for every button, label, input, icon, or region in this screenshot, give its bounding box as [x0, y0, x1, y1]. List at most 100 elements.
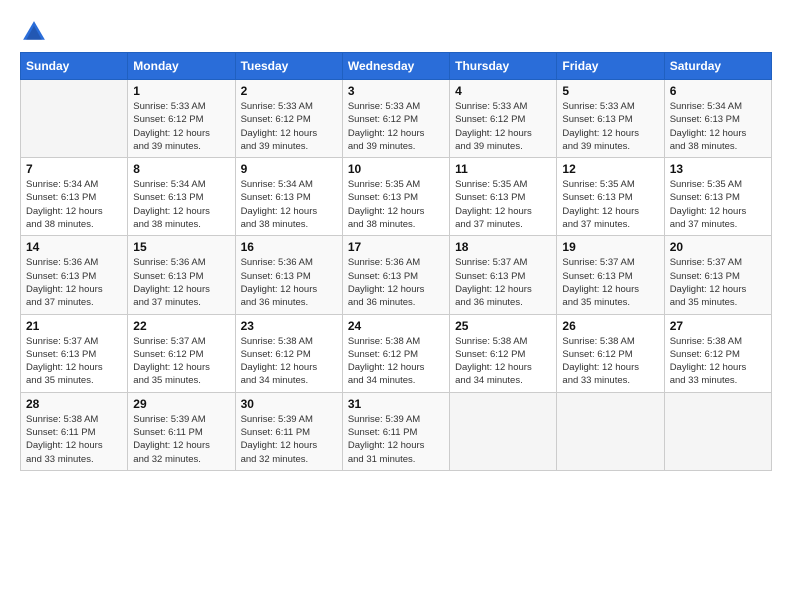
day-info: Sunrise: 5:35 AMSunset: 6:13 PMDaylight:…	[670, 178, 766, 231]
day-number: 17	[348, 240, 444, 254]
calendar-week-2: 7 Sunrise: 5:34 AMSunset: 6:13 PMDaylight…	[21, 158, 772, 236]
day-info: Sunrise: 5:33 AMSunset: 6:12 PMDaylight:…	[133, 100, 229, 153]
calendar-body: 1 Sunrise: 5:33 AMSunset: 6:12 PMDaylight…	[21, 80, 772, 471]
calendar-cell: 1 Sunrise: 5:33 AMSunset: 6:12 PMDaylight…	[128, 80, 235, 158]
page-header	[20, 18, 772, 46]
calendar-header-friday: Friday	[557, 53, 664, 80]
day-number: 30	[241, 397, 337, 411]
logo-icon	[20, 18, 48, 46]
calendar-header-tuesday: Tuesday	[235, 53, 342, 80]
calendar-table: SundayMondayTuesdayWednesdayThursdayFrid…	[20, 52, 772, 471]
day-number: 25	[455, 319, 551, 333]
day-number: 21	[26, 319, 122, 333]
day-info: Sunrise: 5:37 AMSunset: 6:12 PMDaylight:…	[133, 335, 229, 388]
calendar-cell: 9Sunrise: 5:34 AMSunset: 6:13 PMDaylight…	[235, 158, 342, 236]
day-info: Sunrise: 5:35 AMSunset: 6:13 PMDaylight:…	[455, 178, 551, 231]
day-info: Sunrise: 5:36 AMSunset: 6:13 PMDaylight:…	[241, 256, 337, 309]
day-info: Sunrise: 5:36 AMSunset: 6:13 PMDaylight:…	[26, 256, 122, 309]
day-info: Sunrise: 5:35 AMSunset: 6:13 PMDaylight:…	[348, 178, 444, 231]
day-number: 12	[562, 162, 658, 176]
calendar-cell: 26Sunrise: 5:38 AMSunset: 6:12 PMDayligh…	[557, 314, 664, 392]
calendar-header-thursday: Thursday	[450, 53, 557, 80]
day-number: 28	[26, 397, 122, 411]
day-info: Sunrise: 5:37 AMSunset: 6:13 PMDaylight:…	[562, 256, 658, 309]
calendar-cell	[557, 392, 664, 470]
calendar-cell: 13 Sunrise: 5:35 AMSunset: 6:13 PMDayligh…	[664, 158, 771, 236]
day-number: 29	[133, 397, 229, 411]
day-info: Sunrise: 5:36 AMSunset: 6:13 PMDaylight:…	[133, 256, 229, 309]
calendar-week-5: 28 Sunrise: 5:38 AMSunset: 6:11 PMDayligh…	[21, 392, 772, 470]
day-info: Sunrise: 5:37 AMSunset: 6:13 PMDaylight:…	[455, 256, 551, 309]
day-number: 22	[133, 319, 229, 333]
day-info: Sunrise: 5:36 AMSunset: 6:13 PMDaylight:…	[348, 256, 444, 309]
calendar-cell: 30Sunrise: 5:39 AMSunset: 6:11 PMDayligh…	[235, 392, 342, 470]
day-number: 6	[670, 84, 766, 98]
day-number: 27	[670, 319, 766, 333]
day-info: Sunrise: 5:34 AMSunset: 6:13 PMDaylight:…	[133, 178, 229, 231]
day-info: Sunrise: 5:38 AMSunset: 6:12 PMDaylight:…	[455, 335, 551, 388]
calendar-cell: 25 Sunrise: 5:38 AMSunset: 6:12 PMDayligh…	[450, 314, 557, 392]
calendar-header-monday: Monday	[128, 53, 235, 80]
calendar-cell: 8 Sunrise: 5:34 AMSunset: 6:13 PMDaylight…	[128, 158, 235, 236]
calendar-cell: 6Sunrise: 5:34 AMSunset: 6:13 PMDaylight…	[664, 80, 771, 158]
day-info: Sunrise: 5:33 AMSunset: 6:12 PMDaylight:…	[455, 100, 551, 153]
calendar-cell: 15 Sunrise: 5:36 AMSunset: 6:13 PMDayligh…	[128, 236, 235, 314]
calendar-cell: 24 Sunrise: 5:38 AMSunset: 6:12 PMDayligh…	[342, 314, 449, 392]
day-number: 24	[348, 319, 444, 333]
calendar-cell: 3Sunrise: 5:33 AMSunset: 6:12 PMDaylight…	[342, 80, 449, 158]
calendar-cell: 27 Sunrise: 5:38 AMSunset: 6:12 PMDayligh…	[664, 314, 771, 392]
day-number: 20	[670, 240, 766, 254]
calendar-cell: 28 Sunrise: 5:38 AMSunset: 6:11 PMDayligh…	[21, 392, 128, 470]
day-info: Sunrise: 5:38 AMSunset: 6:12 PMDaylight:…	[562, 335, 658, 388]
calendar-cell: 29Sunrise: 5:39 AMSunset: 6:11 PMDayligh…	[128, 392, 235, 470]
day-number: 9	[241, 162, 337, 176]
calendar-week-4: 21 Sunrise: 5:37 AMSunset: 6:13 PMDayligh…	[21, 314, 772, 392]
day-info: Sunrise: 5:38 AMSunset: 6:12 PMDaylight:…	[348, 335, 444, 388]
calendar-header-sunday: Sunday	[21, 53, 128, 80]
day-info: Sunrise: 5:33 AMSunset: 6:13 PMDaylight:…	[562, 100, 658, 153]
calendar-cell: 23Sunrise: 5:38 AMSunset: 6:12 PMDayligh…	[235, 314, 342, 392]
day-number: 31	[348, 397, 444, 411]
calendar-cell: 14 Sunrise: 5:36 AMSunset: 6:13 PMDayligh…	[21, 236, 128, 314]
logo	[20, 18, 52, 46]
day-number: 4	[455, 84, 551, 98]
day-number: 7	[26, 162, 122, 176]
day-info: Sunrise: 5:33 AMSunset: 6:12 PMDaylight:…	[241, 100, 337, 153]
day-number: 1	[133, 84, 229, 98]
day-info: Sunrise: 5:38 AMSunset: 6:12 PMDaylight:…	[670, 335, 766, 388]
calendar-header-row: SundayMondayTuesdayWednesdayThursdayFrid…	[21, 53, 772, 80]
calendar-cell: 10 Sunrise: 5:35 AMSunset: 6:13 PMDayligh…	[342, 158, 449, 236]
calendar-cell: 22 Sunrise: 5:37 AMSunset: 6:12 PMDayligh…	[128, 314, 235, 392]
calendar-week-3: 14 Sunrise: 5:36 AMSunset: 6:13 PMDayligh…	[21, 236, 772, 314]
calendar-cell: 20 Sunrise: 5:37 AMSunset: 6:13 PMDayligh…	[664, 236, 771, 314]
calendar-cell: 17 Sunrise: 5:36 AMSunset: 6:13 PMDayligh…	[342, 236, 449, 314]
calendar-cell: 4 Sunrise: 5:33 AMSunset: 6:12 PMDaylight…	[450, 80, 557, 158]
day-number: 8	[133, 162, 229, 176]
day-number: 14	[26, 240, 122, 254]
calendar-cell: 18Sunrise: 5:37 AMSunset: 6:13 PMDayligh…	[450, 236, 557, 314]
day-number: 5	[562, 84, 658, 98]
day-number: 10	[348, 162, 444, 176]
day-info: Sunrise: 5:37 AMSunset: 6:13 PMDaylight:…	[26, 335, 122, 388]
calendar-cell	[450, 392, 557, 470]
calendar-cell	[21, 80, 128, 158]
calendar-week-1: 1 Sunrise: 5:33 AMSunset: 6:12 PMDaylight…	[21, 80, 772, 158]
day-info: Sunrise: 5:39 AMSunset: 6:11 PMDaylight:…	[348, 413, 444, 466]
day-number: 15	[133, 240, 229, 254]
day-number: 2	[241, 84, 337, 98]
calendar-cell	[664, 392, 771, 470]
day-info: Sunrise: 5:38 AMSunset: 6:11 PMDaylight:…	[26, 413, 122, 466]
calendar-cell: 31 Sunrise: 5:39 AMSunset: 6:11 PMDayligh…	[342, 392, 449, 470]
calendar-header-wednesday: Wednesday	[342, 53, 449, 80]
day-info: Sunrise: 5:37 AMSunset: 6:13 PMDaylight:…	[670, 256, 766, 309]
day-number: 23	[241, 319, 337, 333]
day-info: Sunrise: 5:35 AMSunset: 6:13 PMDaylight:…	[562, 178, 658, 231]
calendar-cell: 12 Sunrise: 5:35 AMSunset: 6:13 PMDayligh…	[557, 158, 664, 236]
calendar-cell: 19 Sunrise: 5:37 AMSunset: 6:13 PMDayligh…	[557, 236, 664, 314]
calendar-cell: 2 Sunrise: 5:33 AMSunset: 6:12 PMDaylight…	[235, 80, 342, 158]
day-info: Sunrise: 5:33 AMSunset: 6:12 PMDaylight:…	[348, 100, 444, 153]
calendar-cell: 7Sunrise: 5:34 AMSunset: 6:13 PMDaylight…	[21, 158, 128, 236]
day-number: 13	[670, 162, 766, 176]
calendar-cell: 11Sunrise: 5:35 AMSunset: 6:13 PMDayligh…	[450, 158, 557, 236]
day-number: 19	[562, 240, 658, 254]
